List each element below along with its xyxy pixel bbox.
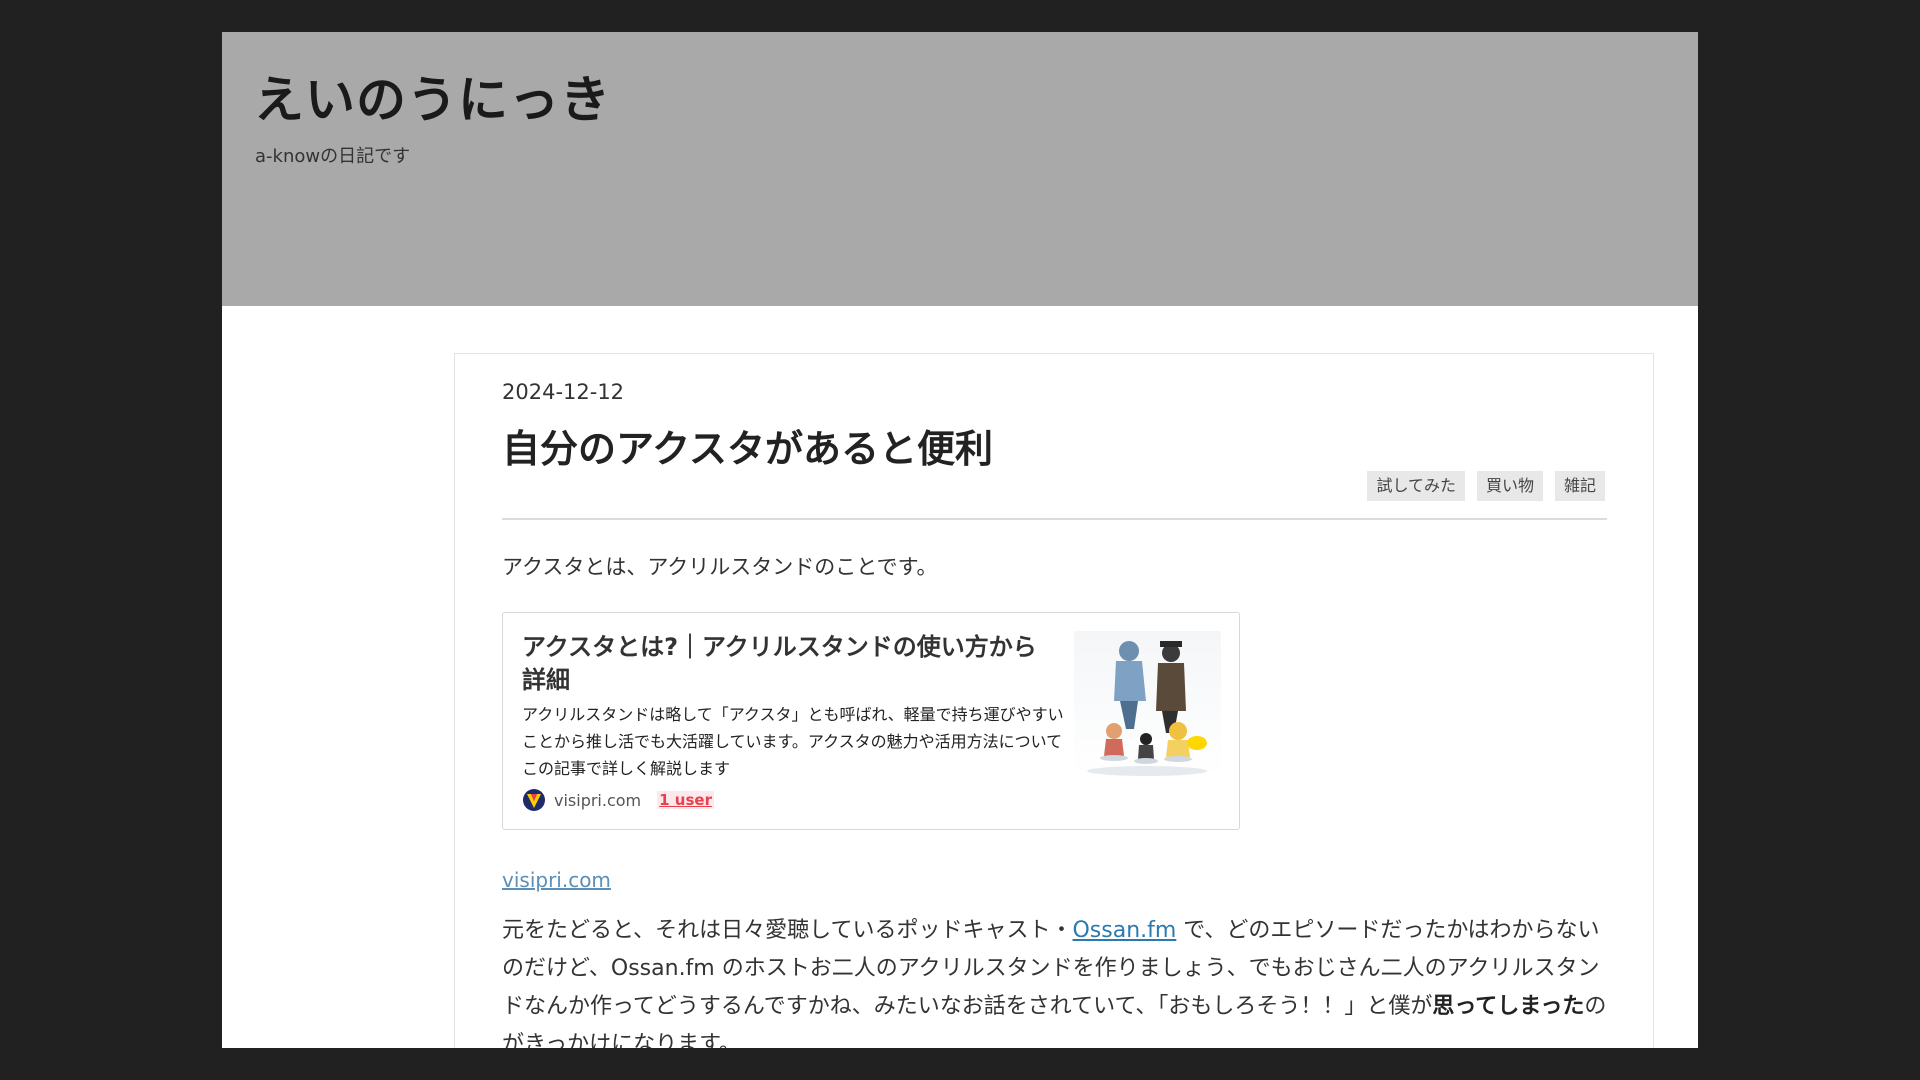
entry-article: 2024-12-12 自分のアクスタがあると便利 試してみた 買い物 雑記 アク…	[454, 353, 1654, 1048]
intro-text: アクスタとは、アクリルスタンドのことです。	[502, 555, 938, 579]
embed-card-description: アクリルスタンドは略して「アクスタ」とも呼ばれ、軽量で持ち運びやすいことから推し…	[522, 705, 1064, 778]
category-tag[interactable]: 試してみた	[1367, 471, 1465, 501]
blog-page: えいのうにっき a-knowの日記です 2024-12-12 自分のアクスタがあ…	[222, 32, 1698, 1048]
embed-card[interactable]: アクスタとは?｜アクリルスタンドの使い方から詳細 アクリルスタンドは略して「アク…	[502, 612, 1240, 830]
category-tag[interactable]: 買い物	[1476, 471, 1543, 501]
blog-description: a-knowの日記です	[255, 146, 411, 167]
paragraph-bold-text: 思ってしまった	[1432, 994, 1585, 1019]
category-tag[interactable]: 雑記	[1554, 471, 1605, 501]
source-link[interactable]: visipri.com	[502, 868, 611, 892]
bookmark-users-count[interactable]: 1 user	[657, 791, 714, 809]
category-list: 試してみた 買い物 雑記	[1367, 471, 1605, 501]
blog-title[interactable]: えいのうにっき	[254, 60, 611, 132]
header-divider	[502, 518, 1607, 520]
embed-card-meta: visipri.com 1 user	[522, 788, 714, 812]
visipri-favicon-icon	[522, 788, 546, 812]
entry-title[interactable]: 自分のアクスタがあると便利	[502, 418, 993, 473]
paragraph-text: 元をたどると、それは日々愛聴しているポッドキャスト・	[502, 918, 1073, 943]
entry-date[interactable]: 2024-12-12	[502, 380, 624, 404]
acrylic-stand-figures-image	[1087, 641, 1207, 776]
entry-paragraph: 元をたどると、それは日々愛聴しているポッドキャスト・Ossan.fm で、どのエ…	[502, 912, 1612, 1048]
embed-card-thumbnail[interactable]	[1074, 631, 1221, 778]
ossan-fm-link[interactable]: Ossan.fm	[1072, 918, 1176, 943]
embed-card-title[interactable]: アクスタとは?｜アクリルスタンドの使い方から詳細	[522, 631, 1057, 697]
embed-site-name: visipri.com	[554, 790, 642, 810]
blog-header: えいのうにっき a-knowの日記です	[222, 32, 1698, 306]
